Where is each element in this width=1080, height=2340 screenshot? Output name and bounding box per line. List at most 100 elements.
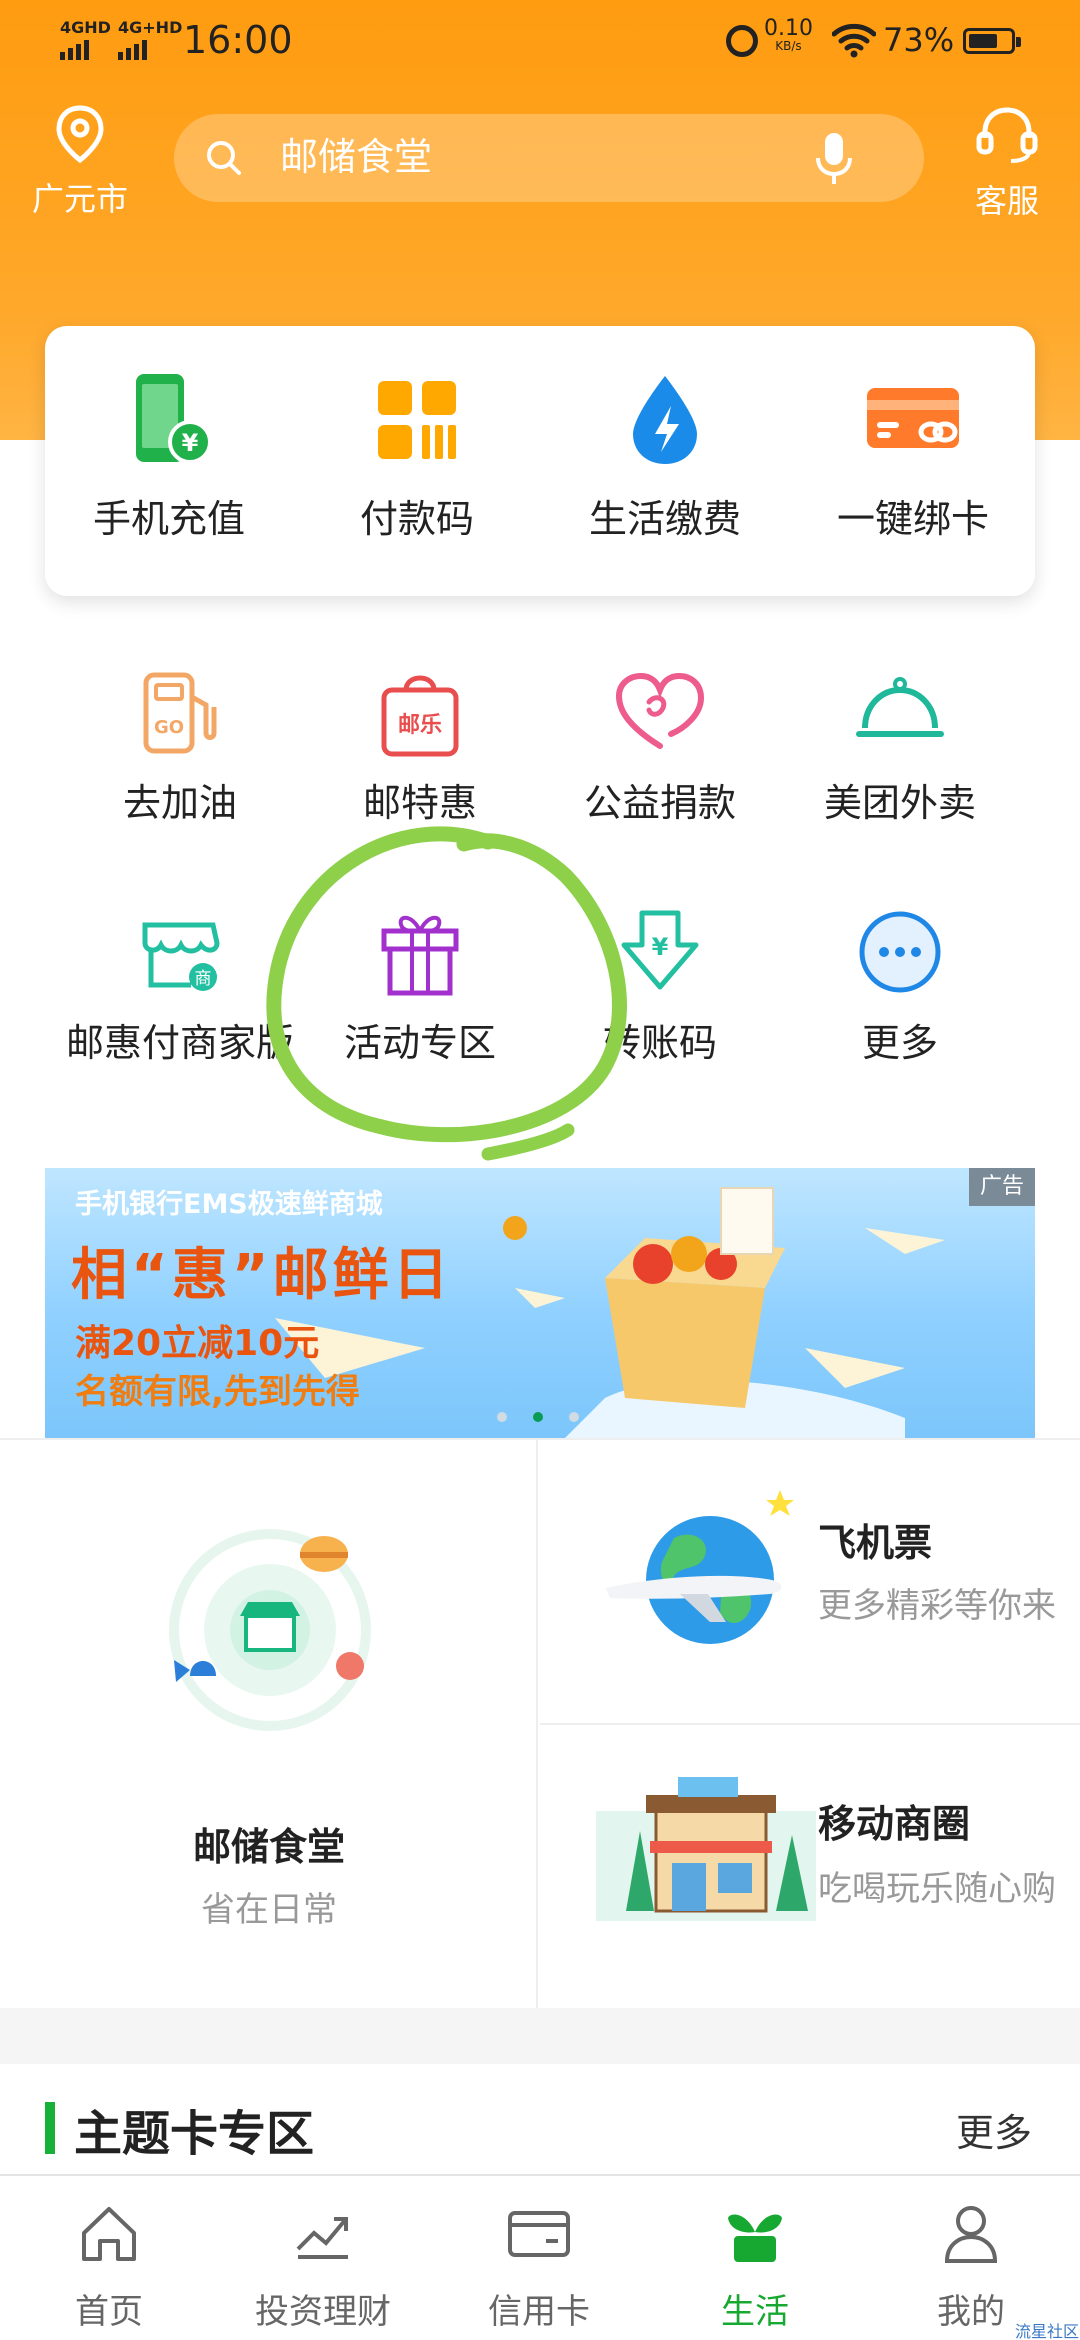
banner-title: 相“惠”邮鲜日 [71, 1243, 453, 1308]
banner-pagination [497, 1412, 579, 1422]
tab-label: 生活 [721, 2292, 789, 2332]
service-canteen[interactable]: 邮储食堂 省在日常 [0, 1440, 538, 2010]
theme-more-link[interactable]: 更多 [956, 2102, 1032, 2157]
grid-item-label: 转账码 [602, 1021, 717, 1065]
promo-banner[interactable]: 手机银行EMS极速鲜商城 相“惠”邮鲜日 满20立减10元 名额有限,先到先得 … [45, 1168, 1035, 1438]
banner-top-text: 手机银行EMS极速鲜商城 [75, 1189, 383, 1220]
phone-recharge-icon: ¥ [136, 374, 212, 464]
svg-text:¥: ¥ [652, 933, 669, 961]
grid-item-merchant[interactable]: 商 邮惠付商家版 [60, 904, 300, 1066]
grid-item-label: 活动专区 [343, 1021, 496, 1065]
location-pin-icon [56, 105, 104, 164]
pagination-dot [497, 1412, 507, 1422]
signal-icon [118, 40, 182, 60]
service-mobile-mall[interactable]: 移动商圈 吃喝玩乐随心购 [540, 1725, 1080, 2010]
grid-item-meituan[interactable]: 美团外卖 [780, 664, 1020, 826]
network-label-1: 4GHD [60, 18, 111, 37]
quick-action-label: 手机充值 [92, 497, 245, 541]
tab-investment[interactable]: 投资理财 [238, 2198, 408, 2333]
network-indicator-2: 4G+HD [118, 20, 182, 60]
profile-icon [944, 2206, 998, 2263]
quick-actions-card: ¥ 手机充值 付款码 生活缴费 一键绑卡 [45, 326, 1035, 596]
headset-icon [976, 107, 1038, 163]
grid-item-gas[interactable]: GO 去加油 [60, 664, 300, 826]
svg-text:邮乐: 邮乐 [398, 713, 442, 738]
search-placeholder: 邮储食堂 [280, 135, 433, 179]
clock: 16:00 [183, 18, 293, 62]
bind-card-icon [867, 388, 959, 448]
battery-icon [963, 28, 1021, 54]
investment-icon [296, 2217, 348, 2259]
grid-item-charity[interactable]: 公益捐款 [540, 664, 780, 826]
life-sprout-icon [728, 2214, 782, 2262]
microphone-icon[interactable] [814, 130, 854, 188]
status-bar: 4GHD 4G+HD 16:00 0.10 KB/s 73% [0, 0, 1080, 84]
grid-item-activities[interactable]: 活动专区 [300, 904, 540, 1066]
grid-item-label: 美团外卖 [823, 781, 976, 825]
mobile-mall-title: 移动商圈 [818, 1802, 971, 1846]
shopping-bag-icon: 邮乐 [381, 675, 459, 757]
tab-label: 信用卡 [488, 2292, 590, 2332]
svg-text:商: 商 [195, 969, 212, 989]
quick-action-phone-recharge[interactable]: ¥ 手机充值 [45, 370, 293, 542]
section-accent-bar [45, 2102, 55, 2154]
merchant-store-icon: 商 [142, 922, 220, 991]
location-label: 广元市 [31, 180, 128, 218]
network-indicator-1: 4GHD [60, 20, 111, 60]
theme-section-title: 主题卡专区 [74, 2106, 315, 2162]
speed-value: 0.10 [764, 16, 813, 41]
tab-home[interactable]: 首页 [24, 2198, 194, 2333]
grid-item-special-deals[interactable]: 邮乐 邮特惠 [300, 664, 540, 826]
signal-icon [60, 40, 111, 60]
gas-station-icon: GO [143, 672, 217, 754]
tab-credit-card[interactable]: 信用卡 [454, 2198, 624, 2333]
grid-item-transfer-code[interactable]: ¥ 转账码 [540, 904, 780, 1066]
canteen-title: 邮储食堂 [192, 1825, 345, 1869]
service-flights[interactable]: 飞机票 更多精彩等你来 [540, 1440, 1080, 1725]
section-divider [0, 2008, 1080, 2064]
pagination-dot-active [533, 1412, 543, 1422]
grid-item-more[interactable]: 更多 [780, 904, 1020, 1066]
tab-label: 首页 [75, 2292, 143, 2332]
shop-illustration-icon [596, 1777, 816, 1921]
location-selector[interactable]: 广元市 [25, 104, 135, 220]
bottom-tab-bar: 首页 投资理财 信用卡 生活 我的 [0, 2174, 1080, 2340]
grid-item-label: 邮惠付商家版 [65, 1021, 294, 1065]
grid-item-label: 邮特惠 [362, 781, 477, 825]
banner-offer: 满20立减10元 [75, 1323, 320, 1364]
search-bar[interactable]: 邮储食堂 [174, 114, 924, 202]
alarm-icon [726, 25, 758, 57]
transfer-code-icon: ¥ [621, 910, 699, 990]
grid-item-label: 去加油 [122, 781, 237, 825]
customer-service-button[interactable]: 客服 [960, 104, 1054, 222]
battery-percent: 73% [883, 21, 955, 59]
quick-action-payment-code[interactable]: 付款码 [293, 370, 541, 542]
airplane-globe-icon [606, 1490, 794, 1644]
tab-life[interactable]: 生活 [670, 2198, 840, 2333]
network-speed: 0.10 KB/s [764, 16, 813, 53]
pagination-dot [569, 1412, 579, 1422]
heart-icon [615, 672, 705, 749]
quick-action-bind-card[interactable]: 一键绑卡 [789, 370, 1037, 542]
utility-payment-icon [633, 376, 697, 464]
search-icon [207, 141, 241, 175]
svg-text:¥: ¥ [182, 429, 199, 457]
banner-subtext: 名额有限,先到先得 [75, 1372, 360, 1412]
flights-subtitle: 更多精彩等你来 [818, 1586, 1056, 1626]
flights-title: 飞机票 [818, 1521, 933, 1565]
canteen-subtitle: 省在日常 [201, 1890, 337, 1930]
tab-profile[interactable]: 我的 [886, 2198, 1056, 2333]
grid-item-label: 更多 [861, 1021, 938, 1065]
home-icon [82, 2207, 136, 2261]
wifi-icon [832, 23, 876, 58]
app-root: { "status_bar":{"network1":"4GHD","netwo… [0, 0, 1080, 2340]
service-bell-icon [856, 677, 944, 737]
ad-badge: 广告 [969, 1168, 1035, 1206]
mobile-mall-subtitle: 吃喝玩乐随心购 [818, 1869, 1056, 1909]
quick-action-label: 付款码 [359, 497, 474, 541]
more-icon [859, 911, 941, 993]
grid-item-label: 公益捐款 [583, 781, 736, 825]
speed-unit: KB/s [775, 39, 802, 53]
payment-code-icon [378, 381, 456, 459]
quick-action-utility-payment[interactable]: 生活缴费 [541, 370, 789, 542]
